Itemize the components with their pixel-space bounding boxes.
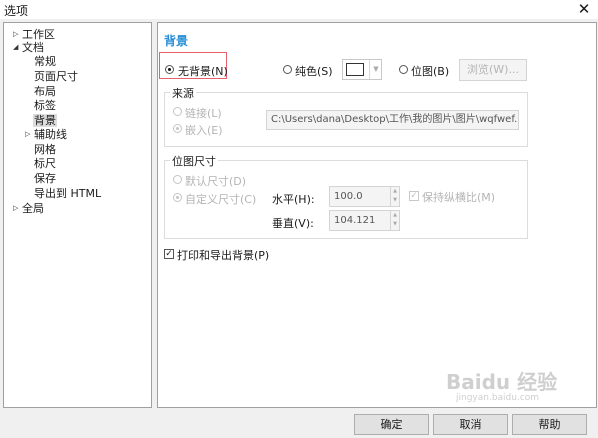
link-radio[interactable] xyxy=(173,107,182,116)
print-export-label[interactable]: 打印和导出背景(P) xyxy=(177,247,269,263)
custom-size-radio[interactable] xyxy=(173,193,182,202)
keep-ratio-checkbox[interactable]: ✓ xyxy=(409,191,419,201)
dropdown-arrow-icon[interactable]: ▼ xyxy=(369,60,382,79)
keep-ratio-label[interactable]: 保持纵横比(M) xyxy=(422,189,495,205)
horizontal-spinner[interactable]: ▲ ▼ xyxy=(390,187,399,206)
window-title: 选项 xyxy=(4,4,29,18)
no-background-radio[interactable] xyxy=(165,65,174,74)
tree-item-grid[interactable]: 网格 xyxy=(34,143,56,156)
watermark-text: Baidu 经验 xyxy=(446,370,558,394)
bitmap-path-field[interactable]: C:\Users\dana\Desktop\工作\我的图片\图片\wqfwef.… xyxy=(266,110,519,130)
bitmap-label[interactable]: 位图(B) xyxy=(411,63,449,79)
vertical-label: 垂直(V): xyxy=(272,217,314,230)
default-size-label[interactable]: 默认尺寸(D) xyxy=(185,173,246,189)
no-background-label[interactable]: 无背景(N) xyxy=(178,63,228,79)
collapse-arrow-icon[interactable]: ◢ xyxy=(13,41,22,54)
bitmap-radio[interactable] xyxy=(399,65,408,74)
horizontal-input[interactable]: 100.0 ▲ ▼ xyxy=(329,186,400,207)
tree-item-document[interactable]: ◢ 文档 xyxy=(13,41,44,54)
expand-arrow-icon[interactable]: ▷ xyxy=(13,28,22,41)
cancel-button[interactable]: 取消 xyxy=(433,414,508,435)
ok-button[interactable]: 确定 xyxy=(354,414,429,435)
bitmap-size-group-title: 位图尺寸 xyxy=(170,153,218,169)
page-title: 背景 xyxy=(164,34,189,48)
browse-button[interactable]: 浏览(W)... xyxy=(459,59,527,81)
embed-radio[interactable] xyxy=(173,124,182,133)
source-group-title: 来源 xyxy=(170,85,196,101)
tree-item-save[interactable]: 保存 xyxy=(34,172,56,185)
tree-item-background[interactable]: 背景 xyxy=(33,114,57,127)
vertical-spinner[interactable]: ▲ ▼ xyxy=(390,211,399,230)
tree-item-layout[interactable]: 布局 xyxy=(34,85,56,98)
default-size-radio[interactable] xyxy=(173,175,182,184)
solid-color-label[interactable]: 纯色(S) xyxy=(295,63,333,79)
tree-item-export-html[interactable]: 导出到 HTML xyxy=(34,187,101,200)
tree-item-page-size[interactable]: 页面尺寸 xyxy=(34,70,78,83)
print-export-checkbox[interactable]: ✓ xyxy=(164,249,174,259)
embed-label[interactable]: 嵌入(E) xyxy=(185,122,223,138)
title-bar xyxy=(0,0,598,19)
expand-arrow-icon[interactable]: ▷ xyxy=(25,128,34,141)
horizontal-label: 水平(H): xyxy=(272,193,315,206)
options-tree[interactable]: ▷ 工作区 ◢ 文档 常规 页面尺寸 布局 标签 背景 ▷ 辅助线 网格 标尺 保存 … xyxy=(3,22,152,408)
tree-item-general[interactable]: 常规 xyxy=(34,55,56,68)
solid-color-radio[interactable] xyxy=(283,65,292,74)
tree-item-global[interactable]: ▷ 全局 xyxy=(13,202,44,215)
vertical-input[interactable]: 104.121 ▲ ▼ xyxy=(329,210,400,231)
expand-arrow-icon[interactable]: ▷ xyxy=(13,202,22,215)
custom-size-label[interactable]: 自定义尺寸(C) xyxy=(185,191,256,207)
watermark-subtext: jingyan.baidu.com xyxy=(456,393,540,403)
link-label[interactable]: 链接(L) xyxy=(185,105,222,121)
tree-item-labels[interactable]: 标签 xyxy=(34,99,56,112)
solid-color-picker[interactable]: ▼ xyxy=(342,59,382,80)
tree-item-rulers[interactable]: 标尺 xyxy=(34,157,56,170)
tree-item-workspace[interactable]: ▷ 工作区 xyxy=(13,28,55,41)
color-swatch xyxy=(346,63,364,76)
baidu-watermark: Baidu 经验 jingyan.baidu.com xyxy=(446,366,586,410)
tree-item-guidelines[interactable]: ▷ 辅助线 xyxy=(25,128,67,141)
close-icon[interactable]: ✕ xyxy=(575,0,593,18)
help-button[interactable]: 帮助 xyxy=(512,414,587,435)
